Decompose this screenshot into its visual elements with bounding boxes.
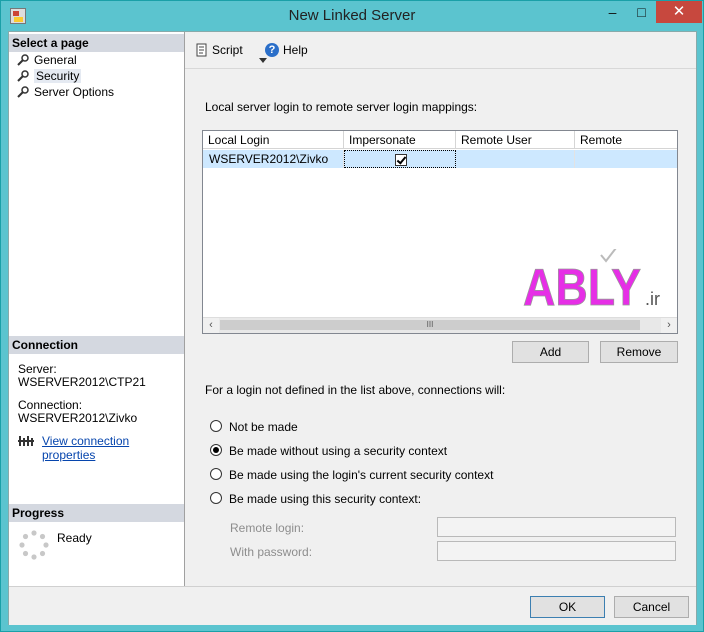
connection-value: WSERVER2012\Zivko xyxy=(18,411,138,425)
help-icon: ? xyxy=(265,43,279,57)
page-item-label: Server Options xyxy=(34,85,115,99)
right-pane: Script ? Help Local server login to remo… xyxy=(185,32,696,586)
radio-this-security-context[interactable]: Be made using this security context: xyxy=(210,491,421,507)
ably-watermark-logo: ABLY .ir xyxy=(523,249,660,311)
column-header-remote-password[interactable]: Remote Password xyxy=(575,131,677,165)
remote-login-input[interactable] xyxy=(437,517,676,537)
page-item-security[interactable]: Security xyxy=(17,68,82,84)
page-item-server-options[interactable]: Server Options xyxy=(17,84,114,100)
radio-label: Be made using the login's current securi… xyxy=(229,468,494,482)
help-label: Help xyxy=(283,43,308,57)
remove-button[interactable]: Remove xyxy=(600,341,678,363)
radio-label: Be made without using a security context xyxy=(229,444,448,458)
scroll-right-icon[interactable]: › xyxy=(661,318,677,333)
wrench-icon xyxy=(17,70,29,82)
server-value: WSERVER2012\CTP21 xyxy=(18,375,146,389)
dialog-client: Select a page General Security Server Op… xyxy=(8,31,697,625)
script-button[interactable]: Script xyxy=(195,42,272,63)
radio-circle[interactable] xyxy=(210,492,222,504)
column-header-impersonate[interactable]: Impersonate xyxy=(344,131,456,149)
toolbar: Script ? Help xyxy=(185,32,696,69)
password-input[interactable] xyxy=(437,541,676,561)
title-bar: New Linked Server – □ ✕ xyxy=(1,1,703,31)
progress-header: Progress xyxy=(9,504,184,522)
scroll-left-icon[interactable]: ‹ xyxy=(203,318,219,333)
progress-status: Ready xyxy=(57,531,92,545)
script-icon xyxy=(196,43,207,57)
table-row[interactable]: WSERVER2012\Zivko xyxy=(203,150,677,168)
close-button[interactable]: ✕ xyxy=(656,1,702,23)
svg-text:ABLY: ABLY xyxy=(523,259,641,311)
security-context-label: For a login not defined in the list abov… xyxy=(205,383,506,397)
login-mappings-grid[interactable]: Local Login Impersonate Remote User Remo… xyxy=(202,130,678,334)
page-item-label: General xyxy=(34,53,77,67)
maximize-button[interactable]: □ xyxy=(627,1,656,23)
ok-button[interactable]: OK xyxy=(530,596,605,618)
radio-circle-selected[interactable] xyxy=(210,444,222,456)
cell-local-login[interactable]: WSERVER2012\Zivko xyxy=(203,150,344,168)
scroll-thumb[interactable]: III xyxy=(220,320,640,330)
chevron-down-icon[interactable] xyxy=(259,58,267,63)
radio-circle[interactable] xyxy=(210,468,222,480)
cancel-button[interactable]: Cancel xyxy=(614,596,689,618)
horizontal-scrollbar[interactable]: ‹ III › xyxy=(203,317,677,333)
dialog-window: New Linked Server – □ ✕ Select a page Ge… xyxy=(0,0,704,632)
minimize-button[interactable]: – xyxy=(598,1,627,23)
mappings-label: Local server login to remote server logi… xyxy=(205,100,478,114)
connection-properties-icon xyxy=(18,436,34,446)
radio-without-security-context[interactable]: Be made without using a security context xyxy=(210,443,447,459)
password-label: With password: xyxy=(230,545,313,559)
radio-not-be-made[interactable]: Not be made xyxy=(210,419,298,435)
remote-login-label: Remote login: xyxy=(230,521,305,535)
help-button[interactable]: ? Help xyxy=(265,42,308,58)
column-header-remote-user[interactable]: Remote User xyxy=(456,131,575,149)
cell-impersonate[interactable] xyxy=(344,150,456,168)
page-item-general[interactable]: General xyxy=(17,52,77,68)
progress-spinner-icon xyxy=(19,530,49,560)
page-item-label: Security xyxy=(34,69,82,83)
radio-label: Not be made xyxy=(229,420,298,434)
cell-remote-user[interactable] xyxy=(456,150,575,168)
left-pane: Select a page General Security Server Op… xyxy=(9,32,185,586)
impersonate-checkbox[interactable] xyxy=(395,154,407,166)
select-page-header: Select a page xyxy=(9,34,184,52)
footer-bar: OK Cancel xyxy=(9,586,696,625)
wrench-icon xyxy=(17,54,29,66)
cell-remote-password[interactable] xyxy=(575,150,677,168)
column-header-local-login[interactable]: Local Login xyxy=(203,131,344,149)
svg-text:.ir: .ir xyxy=(645,289,660,309)
wrench-icon xyxy=(17,86,29,98)
radio-label: Be made using this security context: xyxy=(229,492,422,506)
radio-login-current-context[interactable]: Be made using the login's current securi… xyxy=(210,467,493,483)
add-button[interactable]: Add xyxy=(512,341,589,363)
connection-header: Connection xyxy=(9,336,184,354)
radio-circle[interactable] xyxy=(210,420,222,432)
view-connection-properties-link[interactable]: View connection properties xyxy=(42,434,184,462)
script-label: Script xyxy=(212,43,243,57)
